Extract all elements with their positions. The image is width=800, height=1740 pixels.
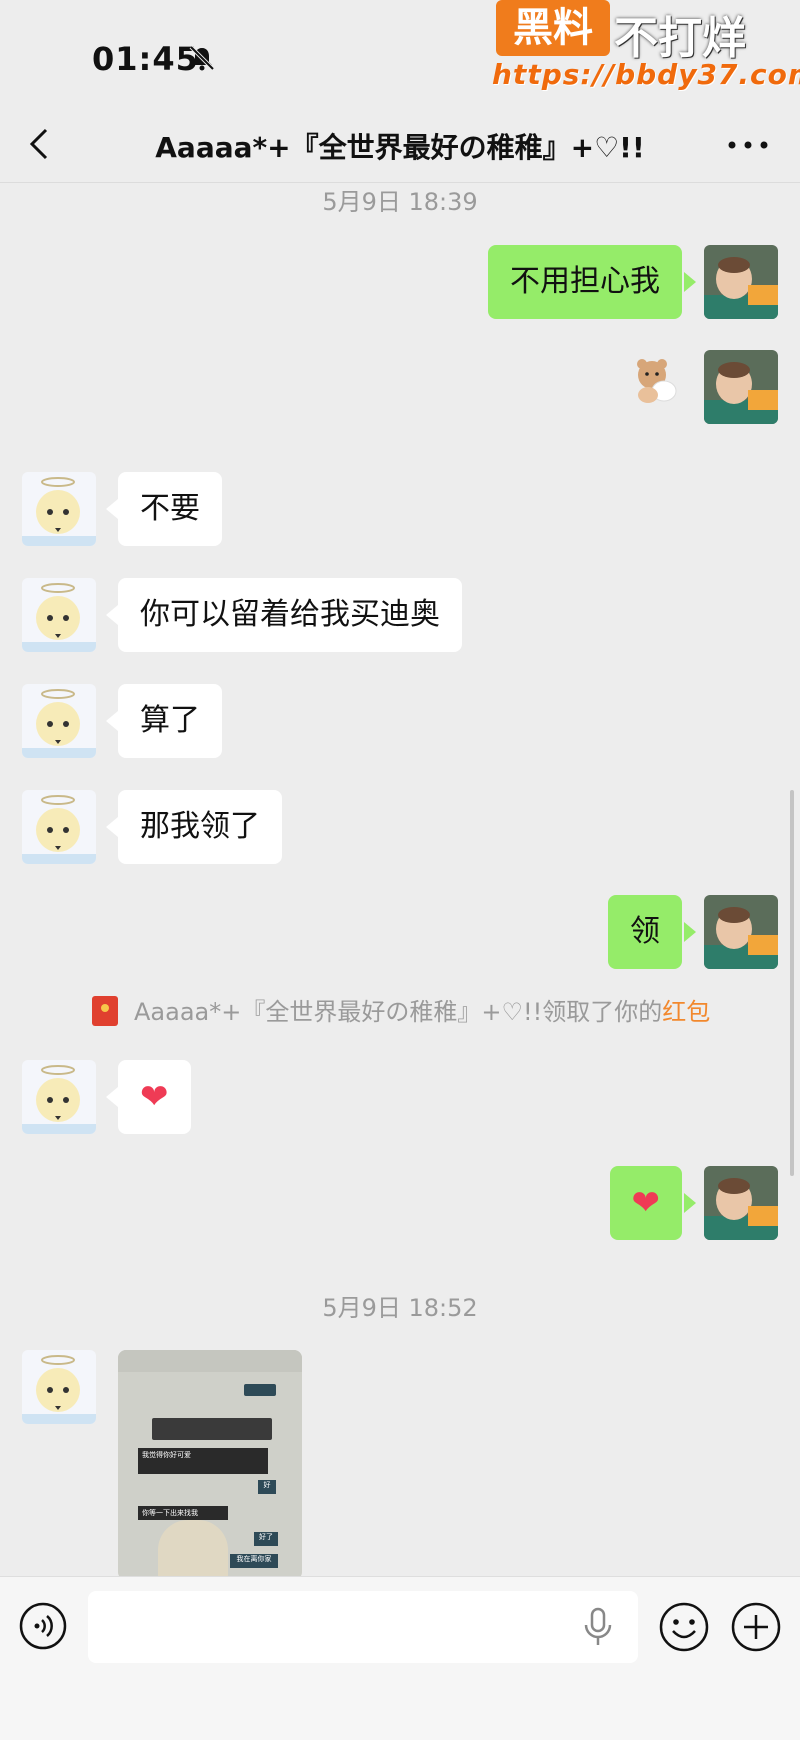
- bubble-tail: [684, 922, 696, 942]
- angel-avatar-icon: [22, 790, 96, 864]
- chat-title: Aaaaa*+『全世界最好の稚稚』+♡!!: [155, 131, 645, 164]
- watermark-brand: 黑料: [496, 0, 610, 56]
- angel-avatar-icon: [22, 684, 96, 758]
- angel-avatar-icon: [22, 578, 96, 652]
- plus-icon[interactable]: [730, 1601, 782, 1653]
- mic-icon[interactable]: [580, 1605, 616, 1649]
- thumb-line: 好: [258, 1480, 276, 1494]
- message-bubble-incoming[interactable]: 算了: [118, 684, 222, 758]
- angel-avatar-icon: [22, 472, 96, 546]
- bear-sticker[interactable]: [630, 355, 680, 405]
- voice-icon[interactable]: [18, 1601, 68, 1651]
- thumb-line: 你等一下出来找我: [138, 1506, 228, 1520]
- message-bubble-incoming[interactable]: 你可以留着给我买迪奥: [118, 578, 462, 652]
- angel-avatar-icon: [22, 1060, 96, 1134]
- bear-sticker-icon: [637, 359, 677, 403]
- heart-emoji-message[interactable]: ❤: [118, 1060, 191, 1134]
- emoji-icon[interactable]: [658, 1601, 710, 1653]
- scrollbar[interactable]: [790, 790, 794, 1176]
- avatar-contact[interactable]: [22, 472, 96, 546]
- bubble-tail: [106, 605, 118, 625]
- thumb-line: 我在离你家: [230, 1554, 278, 1568]
- avatar-contact[interactable]: [22, 1060, 96, 1134]
- status-time: 01:45: [92, 40, 199, 78]
- input-bar: [0, 1576, 800, 1740]
- bubble-tail: [106, 711, 118, 731]
- image-message-screenshot[interactable]: 我觉得你好可爱 好 你等一下出来找我 好了 我在离你家: [118, 1350, 302, 1580]
- watermark-url: https://bbdy37.com: [492, 58, 800, 91]
- message-bubble-outgoing[interactable]: 领: [608, 895, 682, 969]
- avatar-self[interactable]: [704, 245, 778, 319]
- watermark-text: 不打烊: [614, 13, 746, 64]
- bell-off-icon: [189, 45, 215, 71]
- more-icon[interactable]: [724, 138, 772, 152]
- avatar-contact[interactable]: [22, 578, 96, 652]
- avatar-self[interactable]: [704, 1166, 778, 1240]
- bubble-tail: [106, 817, 118, 837]
- bubble-tail: [684, 1193, 696, 1213]
- baby-photo-icon: [704, 245, 778, 319]
- bubble-tail: [106, 499, 118, 519]
- red-packet-link[interactable]: 红包: [662, 998, 710, 1026]
- timestamp: 5月9日 18:52: [322, 1294, 478, 1322]
- bubble-tail: [684, 272, 696, 292]
- message-input[interactable]: [88, 1591, 638, 1663]
- message-bubble-incoming[interactable]: 不要: [118, 472, 222, 546]
- nav-bar: Aaaaa*+『全世界最好の稚稚』+♡!!: [0, 110, 800, 183]
- avatar-contact[interactable]: [22, 684, 96, 758]
- avatar-self[interactable]: [704, 895, 778, 969]
- baby-photo-icon: [704, 1166, 778, 1240]
- heart-emoji-message[interactable]: ❤: [609, 1166, 682, 1240]
- system-notice: Aaaaa*+『全世界最好の稚稚』+♡!!领取了你的红包: [90, 992, 750, 1027]
- thumb-line: 好了: [254, 1532, 278, 1546]
- message-bubble-incoming[interactable]: 那我领了: [118, 790, 282, 864]
- thumb-line: 我觉得你好可爱: [138, 1448, 268, 1474]
- system-notice-text: Aaaaa*+『全世界最好の稚稚』+♡!!领取了你的: [134, 998, 663, 1026]
- baby-photo-icon: [704, 895, 778, 969]
- chevron-left-icon[interactable]: [20, 124, 60, 164]
- baby-photo-icon: [704, 350, 778, 424]
- angel-avatar-icon: [22, 1350, 96, 1424]
- avatar-contact[interactable]: [22, 790, 96, 864]
- avatar-self[interactable]: [704, 350, 778, 424]
- message-bubble-outgoing[interactable]: 不用担心我: [488, 245, 682, 319]
- bubble-tail: [106, 1087, 118, 1107]
- timestamp: 5月9日 18:39: [322, 188, 478, 216]
- avatar-contact[interactable]: [22, 1350, 96, 1424]
